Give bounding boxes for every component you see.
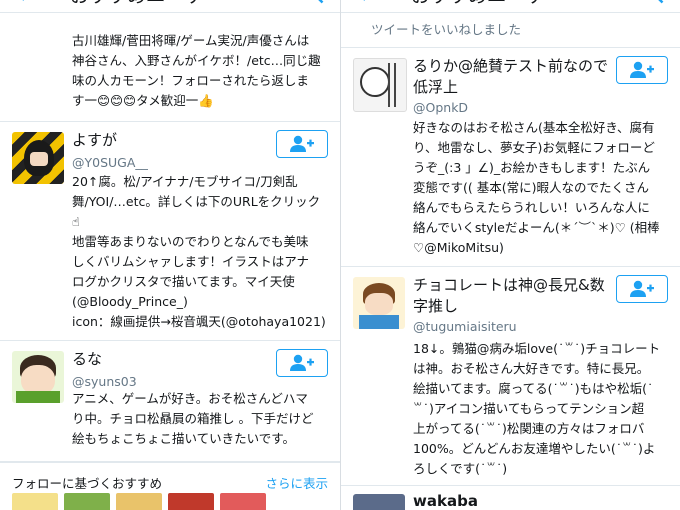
user-name[interactable]: チョコレートは神@長兄&数 字推し bbox=[413, 275, 605, 317]
follow-button[interactable] bbox=[616, 56, 668, 84]
follow-user-icon bbox=[630, 61, 654, 78]
user-card-runa[interactable]: るな @syuns03 アニメ、ゲームが好き。おそ松さんどハマ り中。チョロ松贔… bbox=[0, 341, 340, 462]
recommended-thumbnail[interactable] bbox=[168, 493, 214, 510]
user-name[interactable]: るりか@絶賛テスト前なので 低浮上 bbox=[413, 56, 608, 98]
recommendation-section: フォローに基づくおすすめ さらに表示 bbox=[0, 462, 340, 510]
show-more-link[interactable]: さらに表示 bbox=[265, 473, 328, 492]
follow-button[interactable] bbox=[276, 130, 328, 158]
recommended-thumbnail[interactable] bbox=[64, 493, 110, 510]
user-handle[interactable]: @Y0SUGA__ bbox=[72, 155, 148, 170]
page-title: おすすめユーザー bbox=[70, 0, 222, 9]
user-bio: 20↑腐。松/アイナナ/モブサイコ/刀剣乱 舞/YOI/…etc。詳しくは下のU… bbox=[72, 174, 326, 329]
recommended-thumbnail[interactable] bbox=[12, 493, 58, 510]
follow-user-icon bbox=[290, 354, 314, 371]
user-name[interactable]: wakaba bbox=[413, 492, 478, 510]
user-bio: 古川雄輝/菅田将暉/ゲーム実況/声優さんは 神谷さん、入野さんがイケボ！/etc… bbox=[72, 33, 321, 108]
user-handle[interactable]: @syuns03 bbox=[72, 374, 137, 389]
avatar[interactable] bbox=[353, 58, 407, 112]
user-name[interactable]: よすが bbox=[72, 130, 117, 151]
section-title: フォローに基づくおすすめ bbox=[12, 476, 163, 491]
left-panel: ← おすすめユーザー 古川雄輝/菅田将暉/ゲーム実況/声優さんは 神谷さん、入野… bbox=[0, 0, 340, 510]
user-handle[interactable]: @tugumiaisiteru bbox=[413, 319, 517, 334]
page-title: おすすめユーザー bbox=[411, 0, 563, 9]
user-card-partial[interactable]: 古川雄輝/菅田将暉/ゲーム実況/声優さんは 神谷さん、入野さんがイケボ！/etc… bbox=[0, 13, 340, 122]
search-icon[interactable] bbox=[646, 0, 664, 8]
avatar[interactable] bbox=[353, 494, 405, 510]
back-arrow-icon[interactable]: ← bbox=[359, 0, 377, 8]
user-card-chocolate[interactable]: チョコレートは神@長兄&数 字推し @tugumiaisiteru 18↓。鶉猫… bbox=[341, 267, 680, 486]
user-name[interactable]: るな bbox=[72, 349, 102, 370]
avatar[interactable] bbox=[12, 351, 64, 403]
avatar[interactable] bbox=[353, 277, 405, 329]
user-handle[interactable]: @OpnkD bbox=[413, 100, 468, 115]
follow-button[interactable] bbox=[276, 349, 328, 377]
user-card-rurika[interactable]: るりか@絶賛テスト前なので 低浮上 @OpnkD 好きなのはおそ松さん(基本全松… bbox=[341, 48, 680, 267]
activity-snippet: ツイートをいいねしました bbox=[371, 22, 522, 37]
split-screenshot: ← おすすめユーザー 古川雄輝/菅田将暉/ゲーム実況/声優さんは 神谷さん、入野… bbox=[0, 0, 680, 510]
search-icon[interactable] bbox=[306, 0, 324, 8]
recommended-thumbnail[interactable] bbox=[116, 493, 162, 510]
avatar[interactable] bbox=[12, 132, 64, 184]
user-card-yosuga[interactable]: よすが @Y0SUGA__ 20↑腐。松/アイナナ/モブサイコ/刀剣乱 舞/YO… bbox=[0, 122, 340, 341]
follow-user-icon bbox=[290, 135, 314, 152]
user-bio: アニメ、ゲームが好き。おそ松さんどハマ り中。チョロ松贔屓の箱推し 。下手だけど… bbox=[72, 391, 314, 446]
user-card-partial[interactable]: ツイートをいいねしました bbox=[341, 13, 680, 48]
back-arrow-icon[interactable]: ← bbox=[18, 0, 36, 8]
follow-user-icon bbox=[630, 280, 654, 297]
app-header: ← おすすめユーザー bbox=[341, 0, 680, 13]
user-card-wakaba[interactable]: wakaba bbox=[341, 486, 680, 510]
user-bio: 18↓。鶉猫@病み垢love(˙꒳˙)チョコレート は神。おそ松さん大好きです。… bbox=[413, 341, 661, 476]
follow-button[interactable] bbox=[616, 275, 668, 303]
right-panel: ← おすすめユーザー ツイートをいいねしました るりか@絶賛テスト前なので 低浮… bbox=[341, 0, 680, 510]
recommended-thumbnail[interactable] bbox=[220, 493, 266, 510]
user-bio: 好きなのはおそ松さん(基本全松好き、腐有 り、地雷なし、夢女子)お気軽にフォロー… bbox=[413, 120, 660, 255]
app-header: ← おすすめユーザー bbox=[0, 0, 340, 13]
